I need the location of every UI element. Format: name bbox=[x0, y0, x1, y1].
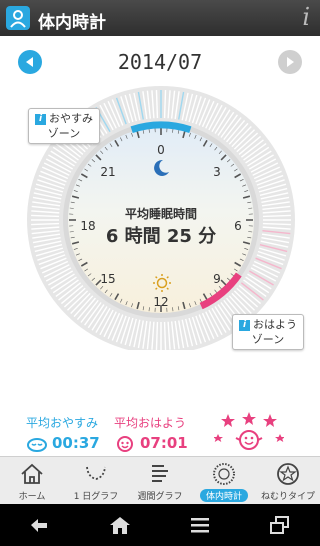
avg-sleep-duration: 6 時間 25 分 bbox=[106, 226, 216, 247]
arrow-right-icon bbox=[287, 57, 294, 67]
home-icon bbox=[21, 463, 43, 484]
info-icon: i bbox=[239, 319, 250, 331]
body-clock-icon bbox=[213, 463, 235, 485]
menu-icon[interactable] bbox=[187, 514, 213, 536]
hour-label-15: 15 bbox=[100, 272, 115, 286]
avg-sleep-stat: 平均おやすみ 00:37 bbox=[26, 414, 100, 452]
app-header: 体内時計 i bbox=[0, 0, 320, 36]
month-label: 2014/07 bbox=[117, 50, 203, 74]
tab-sleep-type[interactable]: ねむりタイプ bbox=[256, 457, 320, 504]
page-title: 体内時計 bbox=[38, 13, 106, 33]
avg-sleep-label: 平均おやすみ bbox=[26, 416, 99, 430]
star-icon bbox=[221, 414, 235, 427]
day-graph-icon bbox=[86, 466, 106, 480]
avg-wake-time: 07:01 bbox=[140, 434, 188, 452]
star-icon bbox=[263, 414, 277, 427]
bottom-tab-bar: ホーム 1 日グラフ 週間グラフ 体内時計 ねむりタイプ bbox=[0, 456, 320, 504]
waking-face-icon bbox=[117, 436, 133, 452]
sleeping-face-icon bbox=[27, 438, 47, 452]
tab-day-graph[interactable]: 1 日グラフ bbox=[64, 457, 128, 504]
tab-body-clock[interactable]: 体内時計 bbox=[192, 457, 256, 504]
system-nav-bar bbox=[0, 504, 320, 546]
star-icon bbox=[275, 434, 284, 442]
hour-label-12: 12 bbox=[153, 295, 168, 309]
home-nav-icon[interactable] bbox=[107, 514, 133, 536]
app-logo-icon bbox=[6, 6, 30, 30]
hour-label-9: 9 bbox=[213, 272, 221, 286]
tab-home[interactable]: ホーム bbox=[0, 457, 64, 504]
avg-sleep-title: 平均睡眠時間 bbox=[125, 206, 197, 221]
tab-week-graph[interactable]: 週間グラフ bbox=[128, 457, 192, 504]
info-icon: i bbox=[35, 113, 46, 125]
wake-zone-label[interactable]: i おはよう ゾーン bbox=[232, 314, 304, 350]
info-button[interactable]: i bbox=[302, 3, 310, 31]
star-icon bbox=[214, 434, 223, 442]
back-icon[interactable] bbox=[27, 514, 53, 536]
avg-wake-stat: 平均おはよう 07:01 bbox=[114, 414, 188, 452]
hour-label-0: 0 bbox=[157, 143, 165, 157]
recent-apps-icon[interactable] bbox=[267, 514, 293, 536]
sleep-zone-label[interactable]: i おやすみ ゾーン bbox=[28, 108, 100, 144]
hour-label-6: 6 bbox=[234, 219, 242, 233]
avg-wake-label: 平均おはよう bbox=[114, 416, 187, 430]
week-graph-icon bbox=[152, 465, 168, 482]
next-month-button[interactable] bbox=[278, 50, 302, 74]
avg-sleep-time: 00:37 bbox=[52, 434, 100, 452]
hour-label-3: 3 bbox=[213, 165, 221, 179]
hour-label-18: 18 bbox=[80, 219, 95, 233]
sleep-type-icon bbox=[277, 463, 299, 485]
sleep-rating-badge bbox=[214, 412, 284, 450]
hour-label-21: 21 bbox=[100, 165, 115, 179]
star-icon bbox=[242, 412, 256, 425]
app-root: { "header": { "title": "体内時計", "info_gly… bbox=[0, 0, 320, 546]
